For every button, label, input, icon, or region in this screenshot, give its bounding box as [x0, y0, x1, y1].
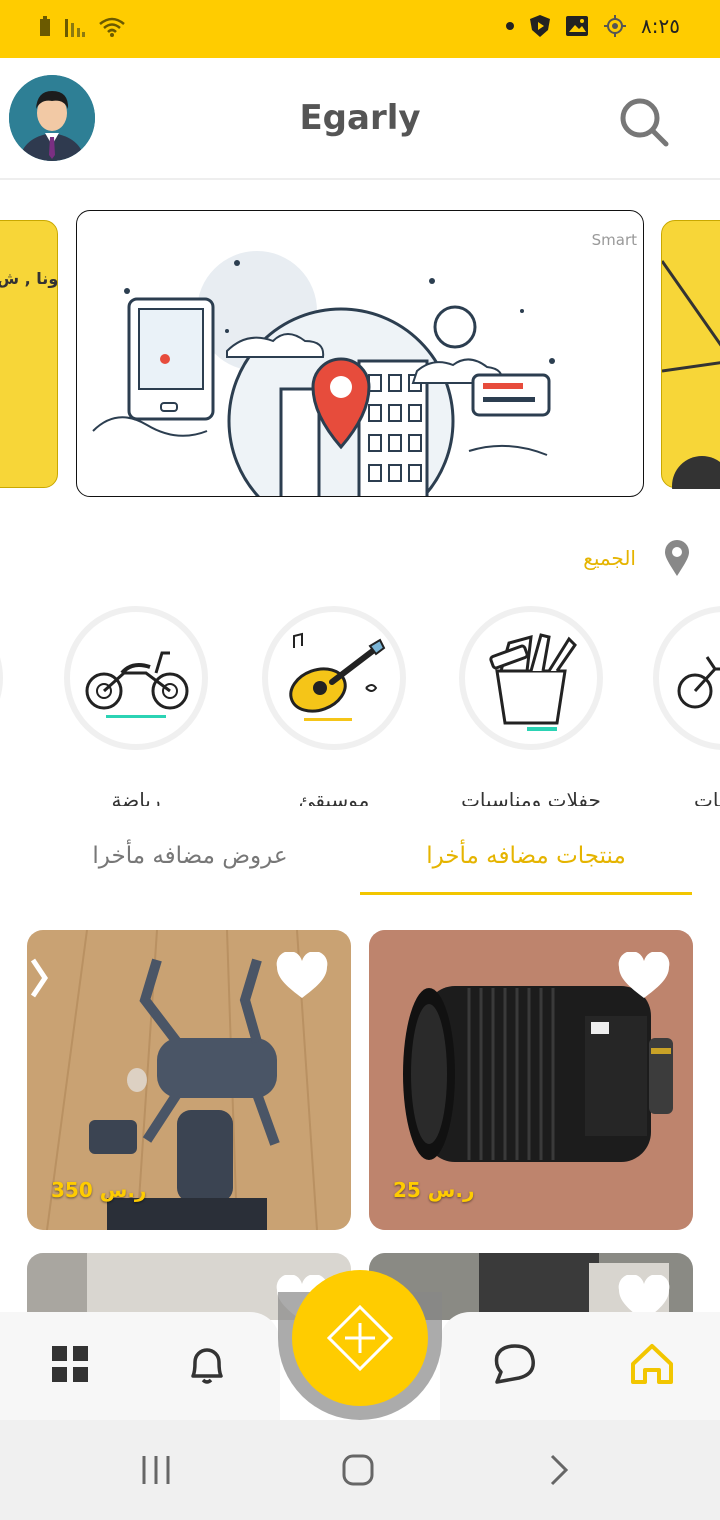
dot-icon	[506, 22, 515, 30]
category-label: موسيقئ	[298, 788, 370, 806]
category-item-vehicles[interactable]: حات	[650, 606, 720, 806]
status-time: ٨:٢٥	[641, 14, 680, 38]
category-label: رياضة	[111, 788, 161, 806]
category-circle	[262, 606, 406, 750]
map-pin-icon	[665, 540, 689, 576]
back-icon	[550, 1454, 569, 1486]
bell-icon	[191, 1348, 223, 1384]
bottom-navigation	[0, 1270, 720, 1420]
grid-icon	[52, 1346, 88, 1382]
product-tabs: منتجات مضافه مأخرا عروض مضافه مأخرا	[0, 820, 720, 896]
recent-apps-icon	[142, 1456, 170, 1484]
category-item-partial[interactable]	[0, 606, 6, 750]
motorcycle-icon	[85, 651, 189, 718]
system-navigation-bar	[0, 1420, 720, 1520]
category-circle	[459, 606, 603, 750]
add-listing-button[interactable]	[292, 1270, 428, 1406]
category-circle	[64, 606, 208, 750]
guitar-icon	[289, 632, 386, 721]
system-back-button[interactable]	[534, 1450, 584, 1490]
app-title: Egarly	[299, 98, 421, 138]
banner-carousel[interactable]: ونا , ش Smart	[0, 210, 720, 500]
product-card-lens[interactable]: 25 ر.س	[369, 930, 693, 1230]
motorcycle-icon	[677, 656, 720, 709]
category-item-sports[interactable]: رياضة	[61, 606, 211, 806]
system-home-button[interactable]	[333, 1450, 383, 1490]
location-target-icon	[604, 15, 627, 37]
recent-apps-button[interactable]	[131, 1450, 181, 1490]
banner-watermark: Smart	[591, 231, 637, 249]
nav-chat[interactable]	[485, 1334, 545, 1394]
smart-city-illustration	[92, 251, 555, 496]
status-bar: ٨:٢٥	[0, 0, 720, 58]
home-circle-icon	[342, 1454, 374, 1486]
product-price: 25 ر.س	[393, 1178, 475, 1202]
search-button[interactable]	[616, 94, 672, 150]
banner-main-slide[interactable]: Smart	[76, 210, 644, 497]
product-price: 350 ر.س	[51, 1178, 147, 1202]
tab-recent-offers[interactable]: عروض مضافه مأخرا	[40, 820, 340, 892]
location-label: الجميع	[583, 546, 636, 570]
image-icon	[566, 16, 589, 36]
category-circle	[0, 606, 3, 750]
nav-menu[interactable]	[40, 1334, 100, 1394]
signal-icon	[65, 19, 85, 37]
nav-home[interactable]	[622, 1334, 682, 1394]
category-item-music[interactable]: موسيقئ	[259, 606, 409, 806]
category-carousel[interactable]: حات حفلات ومناسبات	[0, 606, 720, 806]
add-icon	[327, 1305, 393, 1371]
product-grid: 25 ر.س 350 ر.س	[0, 930, 720, 1320]
battery-icon	[40, 16, 50, 36]
heart-icon[interactable]	[617, 952, 671, 1000]
category-label: حفلات ومناسبات	[461, 788, 601, 806]
nav-notifications[interactable]	[177, 1334, 237, 1394]
product-card-drone[interactable]: 350 ر.س	[27, 930, 351, 1230]
category-item-parties[interactable]: حفلات ومناسبات	[456, 606, 606, 806]
search-icon	[620, 98, 669, 147]
tab-recent-products[interactable]: منتجات مضافه مأخرا	[360, 820, 692, 895]
home-icon	[631, 1344, 673, 1384]
chat-icon	[494, 1344, 535, 1384]
banner-prev-slide[interactable]: ونا , ش	[0, 220, 58, 488]
wifi-icon	[99, 17, 125, 37]
category-label: حات	[694, 788, 720, 806]
heart-icon[interactable]	[275, 952, 329, 1000]
category-circle	[653, 606, 720, 750]
status-icons-left	[38, 16, 126, 38]
banner-next-slide[interactable]	[660, 220, 720, 500]
banner-next-art	[660, 260, 720, 500]
location-filter[interactable]: الجميع	[583, 540, 690, 576]
status-icons-right: ٨:٢٥	[505, 14, 680, 38]
app-header: Egarly	[0, 58, 720, 180]
banner-prev-text: ونا , ش	[0, 269, 59, 288]
shield-icon	[530, 15, 551, 37]
toolbox-icon	[489, 633, 577, 731]
